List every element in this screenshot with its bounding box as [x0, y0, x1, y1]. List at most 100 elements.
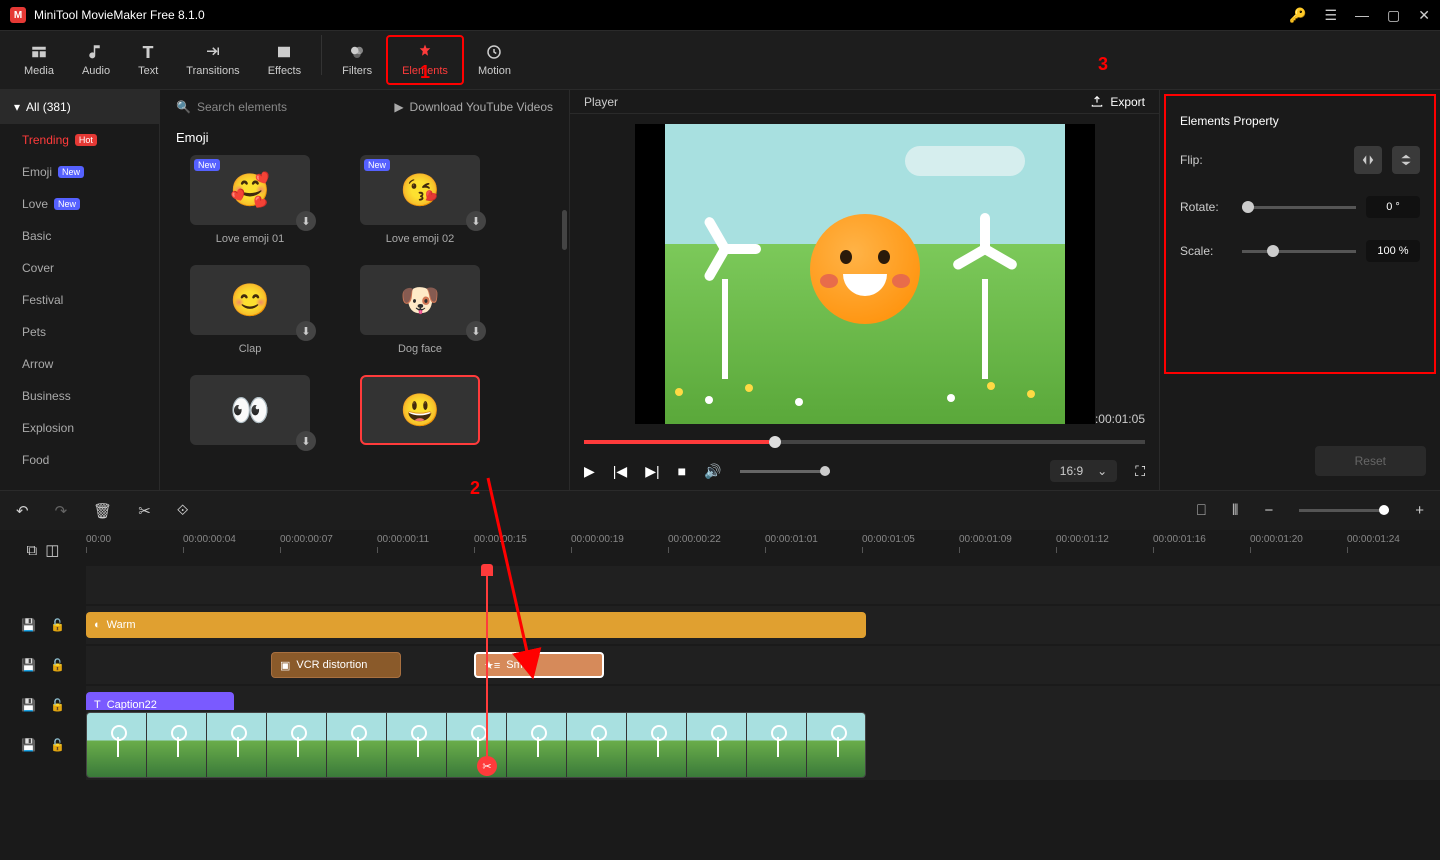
track-lock-icon[interactable]: 🔓	[50, 738, 65, 752]
split-icon[interactable]: ✂	[138, 502, 151, 520]
close-icon[interactable]: ✕	[1418, 7, 1430, 24]
delete-icon[interactable]: 🗑	[93, 502, 112, 520]
flip-horizontal-button[interactable]	[1354, 146, 1382, 174]
element-love-emoji-01[interactable]: New🥰⬇ Love emoji 01	[190, 155, 310, 245]
track-save-icon[interactable]: 💾	[21, 658, 36, 672]
rotate-value[interactable]: 0 °	[1366, 196, 1420, 218]
tab-filters[interactable]: Filters	[328, 35, 386, 85]
annotation-2: 2	[470, 478, 480, 499]
download-icon[interactable]: ⬇	[296, 211, 316, 231]
stop-icon[interactable]: ■	[678, 463, 686, 479]
reset-button[interactable]: Reset	[1315, 446, 1426, 476]
category-trending[interactable]: TrendingHot	[0, 124, 159, 156]
hot-badge: Hot	[75, 134, 97, 146]
next-frame-icon[interactable]: ▶|	[645, 463, 659, 480]
category-explosion[interactable]: Explosion	[0, 412, 159, 444]
player-panel: Player Export 00:00:00:	[570, 90, 1160, 490]
smile-emoji-overlay[interactable]	[810, 214, 920, 324]
app-logo-icon: M	[10, 7, 26, 23]
tab-media[interactable]: Media	[10, 35, 68, 85]
category-basic[interactable]: Basic	[0, 220, 159, 252]
aspect-ratio-dropdown[interactable]: 16:9⌄	[1050, 460, 1117, 482]
license-key-icon[interactable]: 🔑	[1289, 7, 1306, 24]
timeline-ruler[interactable]: ⧉ ◫ 00:0000:00:00:0400:00:00:0700:00:00:…	[0, 530, 1440, 566]
category-pets[interactable]: Pets	[0, 316, 159, 348]
elements-browser: 🔍 Search elements ▶ Download YouTube Vid…	[160, 90, 570, 490]
annotation-1: 1	[420, 62, 430, 83]
flip-vertical-button[interactable]	[1392, 146, 1420, 174]
chevron-down-icon: ⌄	[1097, 464, 1107, 478]
player-progress[interactable]	[584, 440, 1145, 444]
clip-windmill-video[interactable]: ▣wind-mill-6875_256	[86, 712, 866, 778]
scrollbar[interactable]	[562, 210, 567, 250]
timeline-option2-icon[interactable]: ◫	[45, 541, 59, 559]
track-save-icon[interactable]: 💾	[21, 738, 36, 752]
category-food[interactable]: Food	[0, 444, 159, 476]
track-save-icon[interactable]: 💾	[21, 618, 36, 632]
track-lock-icon[interactable]: 🔓	[50, 618, 65, 632]
download-icon[interactable]: ⬇	[466, 211, 486, 231]
tab-audio[interactable]: Audio	[68, 35, 124, 85]
track-save-icon[interactable]: 💾	[21, 698, 36, 712]
tab-effects[interactable]: Effects	[254, 35, 315, 85]
maximize-icon[interactable]: ▢	[1387, 7, 1400, 24]
tab-text[interactable]: Text	[124, 35, 172, 85]
crop-icon[interactable]: ⟐	[177, 502, 189, 519]
category-business[interactable]: Business	[0, 380, 159, 412]
rotate-slider[interactable]	[1242, 206, 1356, 209]
volume-icon[interactable]: 🔊	[704, 463, 721, 480]
redo-icon[interactable]: ↷	[55, 502, 68, 520]
fullscreen-icon[interactable]: ⛶	[1135, 463, 1145, 480]
zoom-out-icon[interactable]: −	[1264, 502, 1273, 519]
search-elements-input[interactable]: 🔍 Search elements	[176, 100, 287, 114]
clip-smile[interactable]: ★≡Smile	[474, 652, 604, 678]
track-lock-icon[interactable]: 🔓	[50, 658, 65, 672]
scale-value[interactable]: 100 %	[1366, 240, 1420, 262]
play-icon[interactable]: ▶	[584, 463, 595, 480]
category-all[interactable]: ▾ All (381)	[0, 90, 159, 124]
download-icon[interactable]: ⬇	[296, 431, 316, 451]
export-button[interactable]: Export	[1090, 95, 1145, 109]
effect-icon: ▣	[280, 659, 290, 672]
element-eyes[interactable]: 👀⬇	[190, 375, 310, 445]
download-youtube-link[interactable]: ▶ Download YouTube Videos	[394, 100, 553, 114]
timeline-toolbar: ↶ ↷ 🗑 ✂ ⟐ ⎕ ⦀ − +	[0, 490, 1440, 530]
element-smile[interactable]: 😃	[360, 375, 480, 445]
minimize-icon[interactable]: —	[1355, 7, 1369, 23]
split-marker-icon[interactable]: ✂	[477, 756, 497, 776]
category-emoji[interactable]: EmojiNew	[0, 156, 159, 188]
prev-frame-icon[interactable]: |◀	[613, 463, 627, 480]
markers-icon[interactable]: ⦀	[1232, 502, 1239, 519]
download-icon[interactable]: ⬇	[296, 321, 316, 341]
clip-vcr-distortion[interactable]: ▣VCR distortion	[271, 652, 401, 678]
element-dog-face[interactable]: 🐶⬇ Dog face	[360, 265, 480, 355]
clip-warm[interactable]: ◐Warm	[86, 612, 866, 638]
timeline-option-icon[interactable]: ⧉	[27, 542, 38, 559]
zoom-slider[interactable]	[1299, 509, 1389, 512]
video-preview[interactable]	[635, 124, 1095, 424]
tab-motion[interactable]: Motion	[464, 35, 525, 85]
menu-icon[interactable]: ☰	[1324, 7, 1337, 24]
annotation-3: 3	[1098, 54, 1108, 75]
category-festival[interactable]: Festival	[0, 284, 159, 316]
player-title: Player	[584, 95, 618, 109]
undo-icon[interactable]: ↶	[16, 502, 29, 520]
scale-slider[interactable]	[1242, 250, 1356, 253]
category-cover[interactable]: Cover	[0, 252, 159, 284]
category-love[interactable]: LoveNew	[0, 188, 159, 220]
category-sidebar: ▾ All (381) TrendingHot EmojiNew LoveNew…	[0, 90, 160, 490]
download-icon[interactable]: ⬇	[466, 321, 486, 341]
category-arrow[interactable]: Arrow	[0, 348, 159, 380]
fit-icon[interactable]: ⎕	[1197, 502, 1206, 519]
tab-transitions[interactable]: Transitions	[172, 35, 253, 85]
section-title-emoji: Emoji	[160, 124, 569, 155]
zoom-in-icon[interactable]: +	[1415, 502, 1424, 519]
element-love-emoji-02[interactable]: New😘⬇ Love emoji 02	[360, 155, 480, 245]
playhead[interactable]: ✂	[486, 566, 488, 776]
title-bar: M MiniTool MovieMaker Free 8.1.0 🔑 ☰ — ▢…	[0, 0, 1440, 30]
element-clap[interactable]: 😊⬇ Clap	[190, 265, 310, 355]
volume-slider[interactable]	[740, 470, 830, 473]
chevron-down-icon: ▾	[14, 100, 20, 114]
new-badge: New	[364, 159, 390, 171]
track-lock-icon[interactable]: 🔓	[50, 698, 65, 712]
